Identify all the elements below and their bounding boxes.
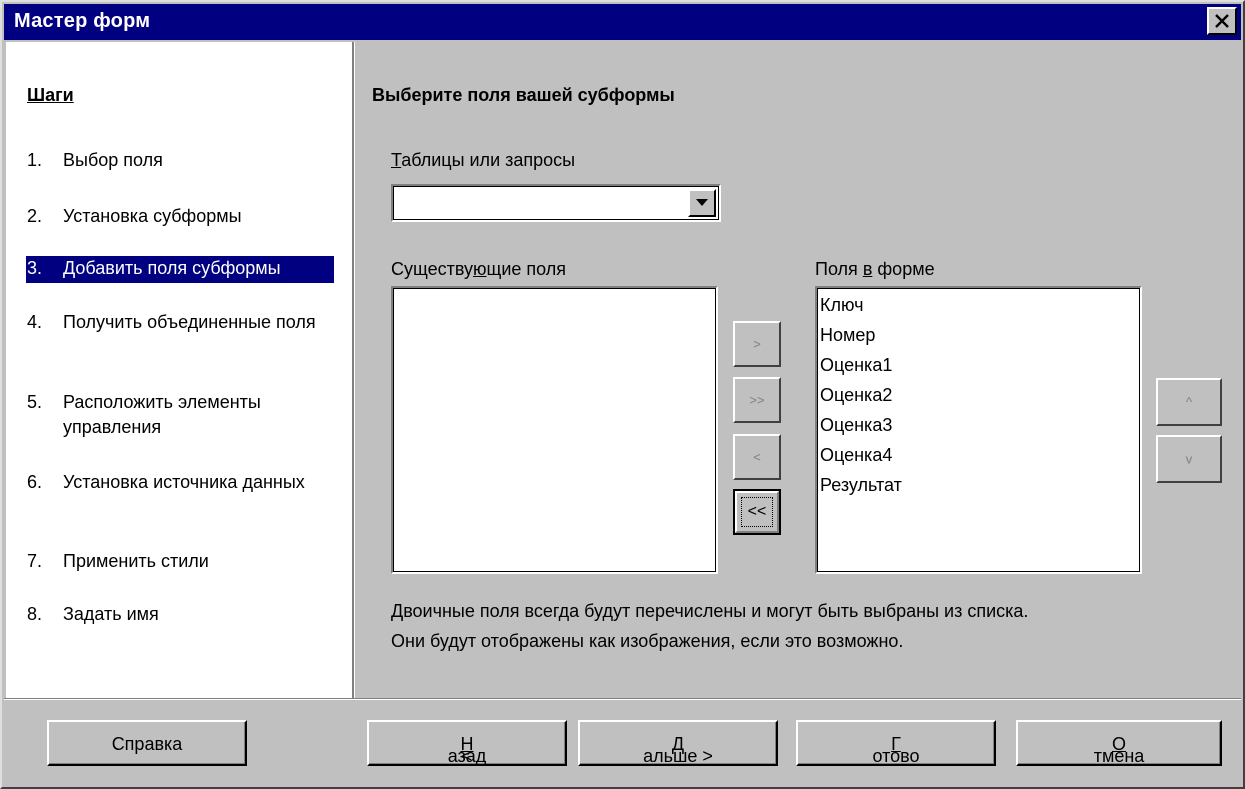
finish-button-rest: отово bbox=[872, 746, 920, 766]
list-item[interactable]: Оценка3 bbox=[820, 410, 892, 440]
tables-combobox[interactable] bbox=[391, 184, 721, 222]
help-button[interactable]: Справка bbox=[47, 720, 247, 766]
binary-fields-note-line2: Они будут отображены как изображения, ес… bbox=[391, 631, 904, 651]
list-item[interactable]: Результат bbox=[820, 470, 902, 500]
move-up-button[interactable]: ^ bbox=[1156, 378, 1222, 426]
step-number: 4. bbox=[27, 312, 43, 332]
add-all-fields-button[interactable]: >> bbox=[733, 377, 781, 423]
step-number: 7. bbox=[27, 551, 43, 571]
step-label: Добавить поля субформы bbox=[63, 258, 281, 278]
step-label: Применить стили bbox=[63, 551, 209, 571]
close-icon bbox=[1215, 14, 1229, 28]
tables-label-accel: Т bbox=[391, 150, 402, 170]
cancel-button-rest: тмена bbox=[1093, 746, 1145, 766]
move-down-button[interactable]: v bbox=[1156, 435, 1222, 483]
list-item[interactable]: Оценка4 bbox=[820, 440, 892, 470]
remove-field-button[interactable]: < bbox=[733, 434, 781, 480]
cancel-button-label: Отмена bbox=[1018, 734, 1220, 766]
step-label: Получить объединенные поля bbox=[63, 312, 316, 332]
back-button-label: < Назад bbox=[369, 734, 565, 766]
move-down-button-label: v bbox=[1185, 451, 1193, 467]
tables-label: Таблицы или запросы bbox=[391, 150, 575, 171]
existing-fields-label-b: щие поля bbox=[486, 259, 567, 279]
step-number: 2. bbox=[27, 206, 43, 226]
step-label: Задать имя bbox=[63, 604, 159, 624]
step-number: 5. bbox=[27, 392, 43, 412]
add-all-fields-button-label: >> bbox=[749, 392, 765, 408]
existing-fields-label-a: Существу bbox=[391, 259, 474, 279]
step-number: 1. bbox=[27, 150, 43, 170]
step-label: Выбор поля bbox=[63, 150, 163, 170]
footer-divider bbox=[4, 698, 1241, 700]
next-button-label: Дальше > bbox=[580, 734, 776, 766]
list-item[interactable]: Оценка1 bbox=[820, 350, 892, 380]
title-bar[interactable]: Мастер форм bbox=[4, 4, 1241, 40]
steps-heading: Шаги bbox=[27, 85, 74, 105]
step-label: Установка источника данных bbox=[63, 472, 305, 492]
step-item-3[interactable]: 3. Добавить поля субформы bbox=[26, 256, 334, 283]
binary-fields-note-line1: Двоичные поля всегда будут перечислены и… bbox=[391, 601, 1029, 621]
remove-field-button-label: < bbox=[753, 449, 761, 465]
existing-fields-label-accel: ю bbox=[473, 259, 487, 279]
remove-all-fields-button-label: << bbox=[747, 503, 767, 520]
remove-all-fields-button[interactable]: << bbox=[733, 489, 781, 535]
step-number: 3. bbox=[27, 258, 43, 278]
step-label: Расположить элементы управления bbox=[63, 392, 261, 437]
next-button-rest: альше > bbox=[643, 746, 713, 766]
form-fields-list[interactable]: Ключ Номер Оценка1 Оценка2 Оценка3 Оценк… bbox=[815, 286, 1142, 574]
cancel-button[interactable]: Отмена bbox=[1016, 720, 1222, 766]
add-field-button-label: > bbox=[753, 336, 761, 352]
steps-panel bbox=[6, 42, 352, 698]
form-fields-label: Поля в форме bbox=[815, 259, 935, 280]
help-button-label: Справка bbox=[111, 734, 183, 754]
back-button[interactable]: < Назад bbox=[367, 720, 567, 766]
form-fields-label-accel: в bbox=[862, 259, 873, 279]
list-item[interactable]: Оценка2 bbox=[820, 380, 892, 410]
close-button[interactable] bbox=[1207, 7, 1237, 35]
step-number: 8. bbox=[27, 604, 43, 624]
page-title: Выберите поля вашей субформы bbox=[372, 85, 675, 105]
form-fields-label-b: форме bbox=[872, 259, 935, 279]
step-label: Установка субформы bbox=[63, 206, 242, 226]
next-button[interactable]: Дальше > bbox=[578, 720, 778, 766]
step-number: 6. bbox=[27, 472, 43, 492]
existing-fields-label: Существующие поля bbox=[391, 259, 566, 280]
window-title: Мастер форм bbox=[14, 10, 151, 32]
move-up-button-label: ^ bbox=[1185, 394, 1193, 410]
finish-button-label: Готово bbox=[798, 734, 994, 766]
form-fields-label-a: Поля bbox=[815, 259, 863, 279]
binary-fields-note: Двоичные поля всегда будут перечислены и… bbox=[391, 596, 1211, 656]
back-button-rest: азад bbox=[447, 746, 487, 766]
finish-button[interactable]: Готово bbox=[796, 720, 996, 766]
existing-fields-list[interactable] bbox=[391, 286, 718, 574]
panel-divider bbox=[352, 42, 355, 698]
add-field-button[interactable]: > bbox=[733, 321, 781, 367]
tables-label-text: аблицы или запросы bbox=[401, 150, 576, 170]
list-item[interactable]: Номер bbox=[820, 320, 875, 350]
list-item[interactable]: Ключ bbox=[820, 290, 863, 320]
chevron-down-icon bbox=[696, 199, 708, 206]
tables-dropdown-button[interactable] bbox=[688, 189, 716, 217]
